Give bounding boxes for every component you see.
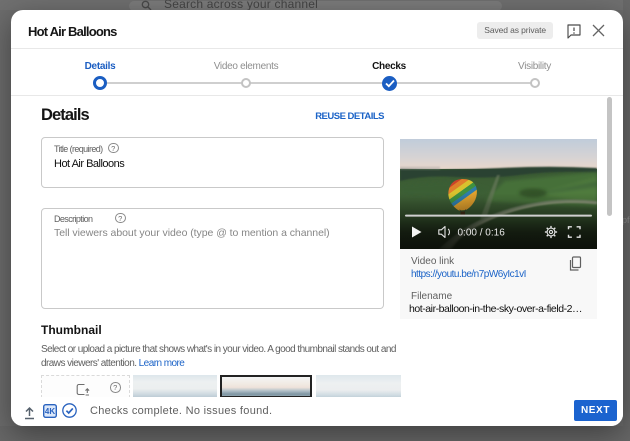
svg-text:0:00 / 0:16: 0:00 / 0:16 (458, 228, 506, 239)
svg-text:4K: 4K (45, 407, 55, 416)
